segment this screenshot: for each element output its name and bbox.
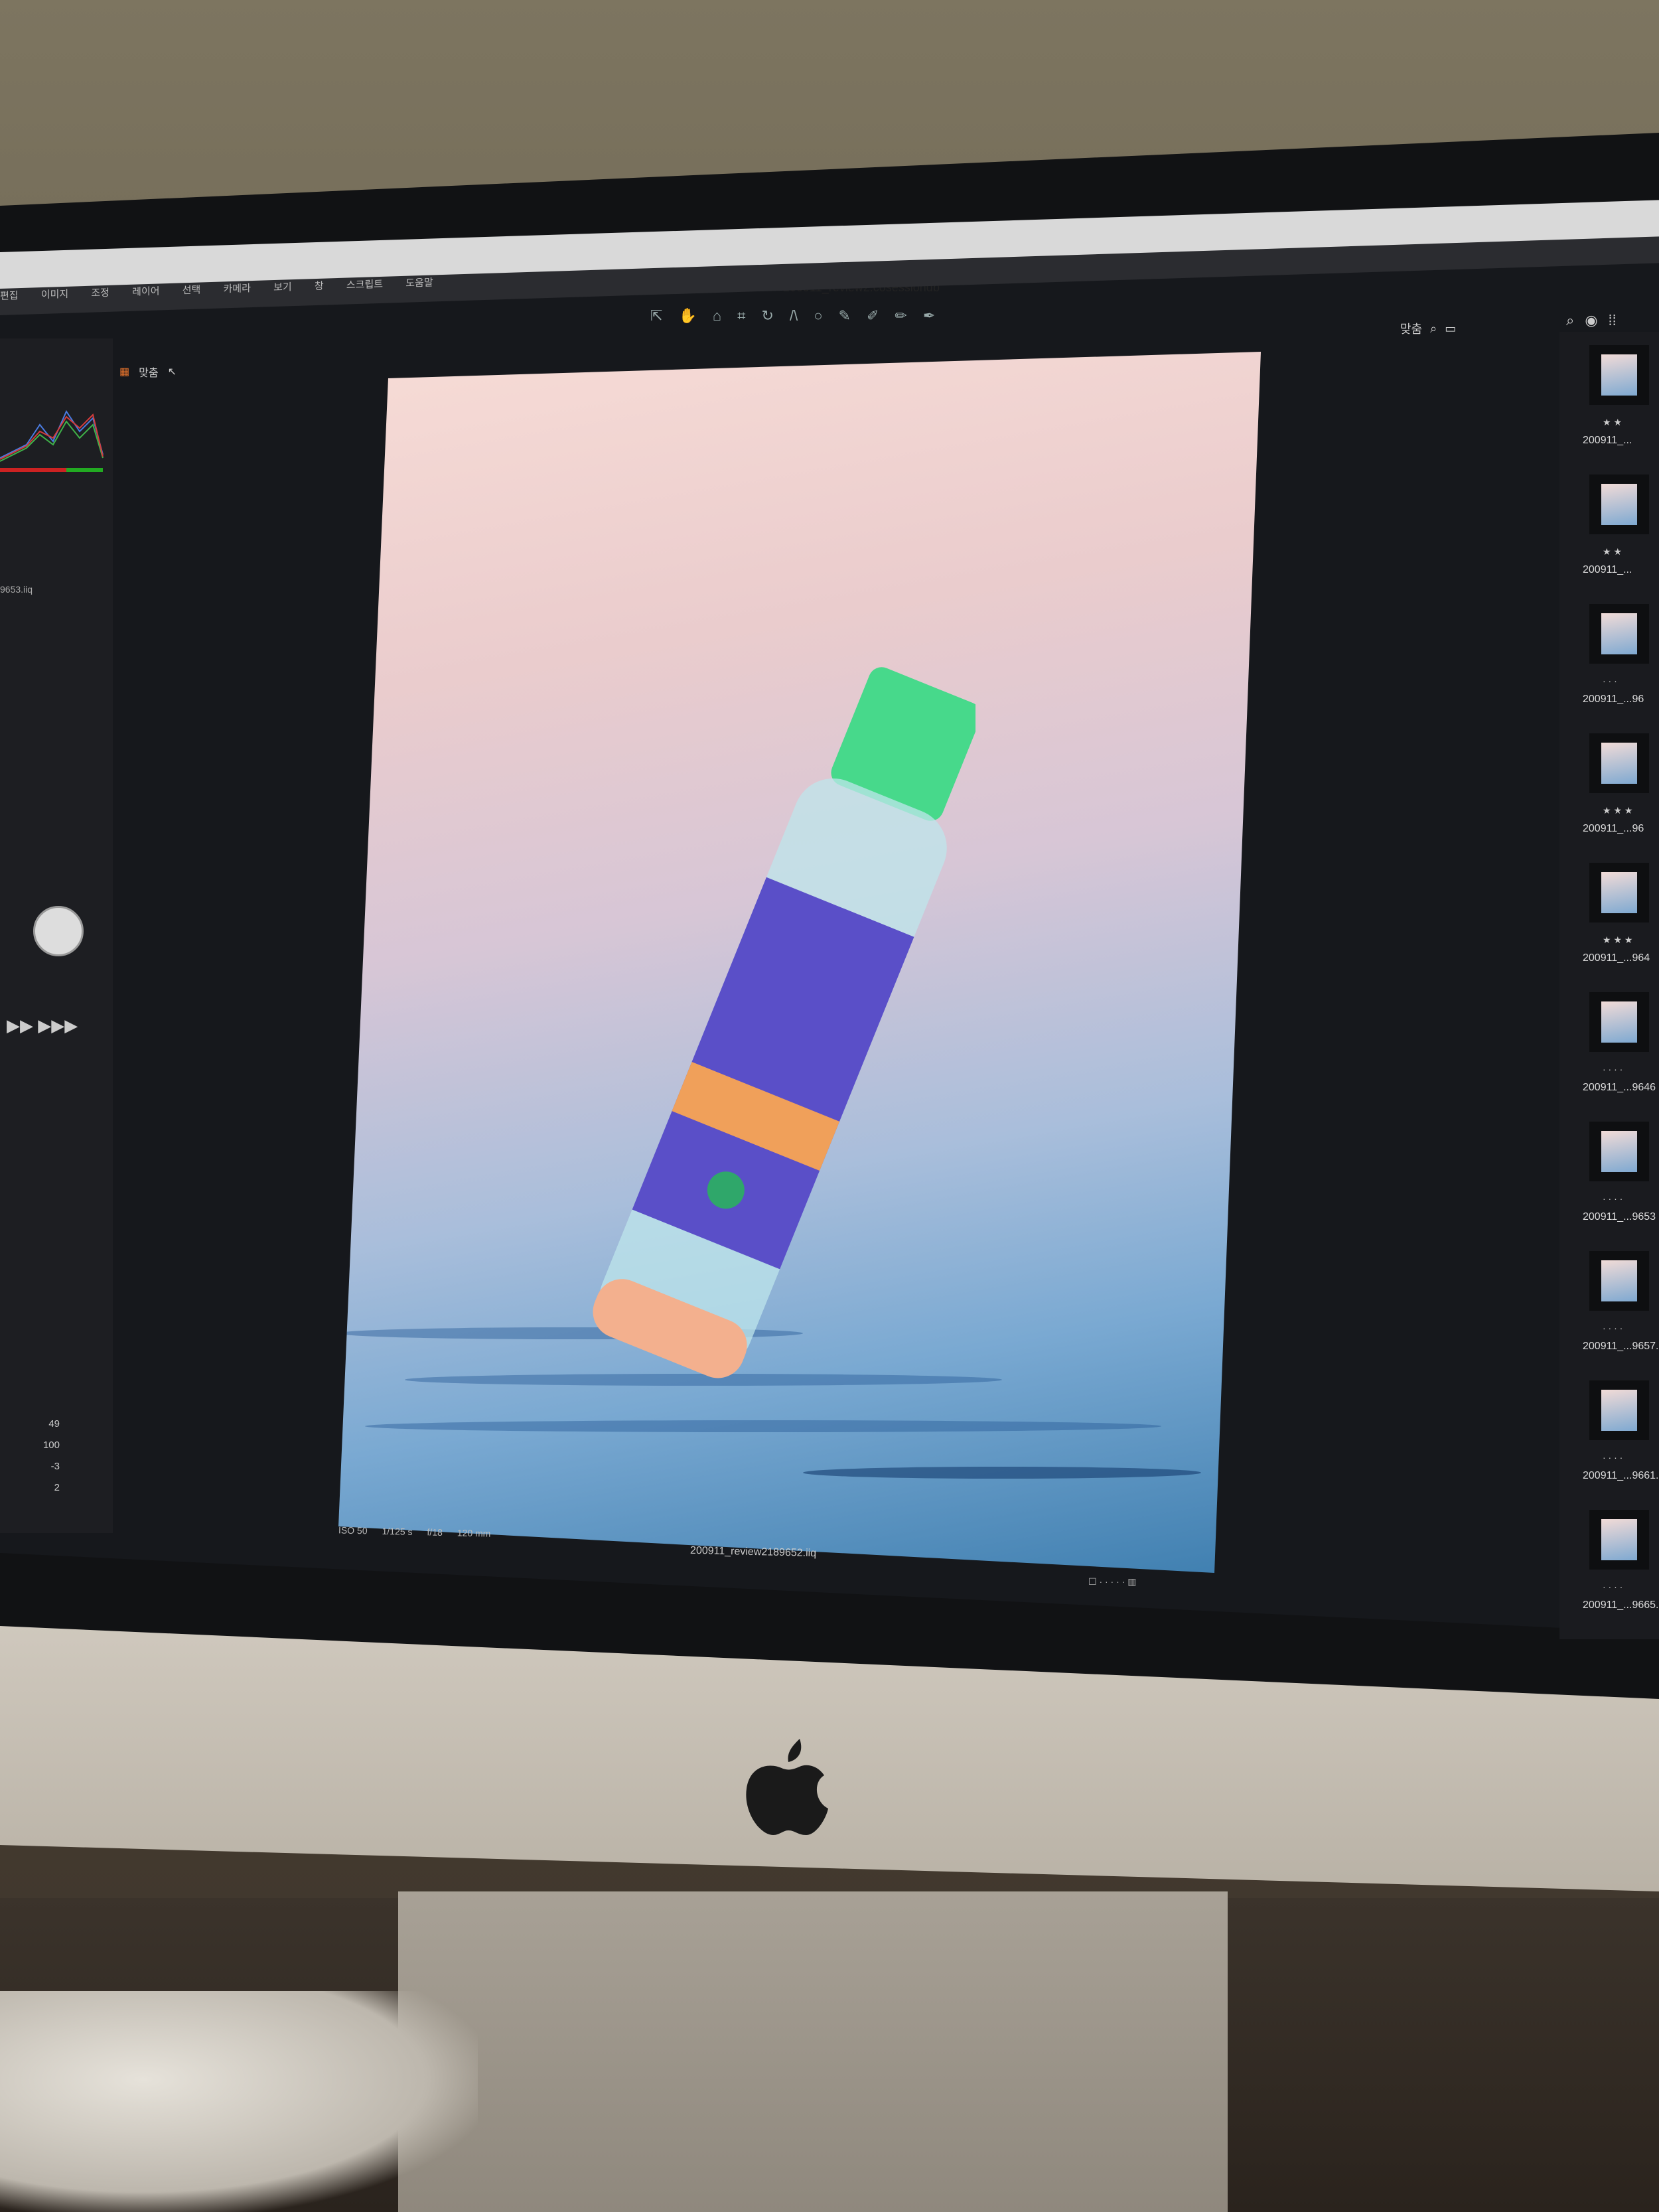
- value-field[interactable]: 100: [0, 1435, 60, 1456]
- thumbnail-label: 200911_...9653: [1583, 1211, 1656, 1222]
- thumbnail-rating[interactable]: ★ ★: [1603, 417, 1622, 428]
- thumbnail-rating[interactable]: · · · ·: [1603, 1582, 1623, 1592]
- eye-icon[interactable]: ◉: [1585, 312, 1597, 329]
- thumbnail-rating[interactable]: · · · ·: [1603, 1064, 1623, 1074]
- pointer-tool-icon[interactable]: ⇱: [650, 307, 662, 334]
- thumbnail[interactable]: [1589, 733, 1649, 793]
- thumbnail-rating[interactable]: · · · ·: [1603, 1323, 1623, 1333]
- menu-item[interactable]: 카메라: [224, 283, 251, 295]
- iso-value: ISO 50: [338, 1524, 368, 1536]
- thumbnail[interactable]: [1589, 863, 1649, 922]
- menu-item[interactable]: 선택: [182, 284, 201, 296]
- picker-tool-icon[interactable]: ✒: [923, 307, 935, 334]
- value-field[interactable]: -3: [0, 1456, 60, 1477]
- crop-tool-icon[interactable]: ⌗: [737, 307, 745, 334]
- rating-dots[interactable]: ☐ · · · · · ▥: [1088, 1576, 1136, 1587]
- menu-item[interactable]: 스크립트: [346, 279, 383, 291]
- product-bottle: [593, 667, 975, 1378]
- menu-item[interactable]: 편집: [0, 290, 19, 302]
- menu-item[interactable]: 도움말: [405, 277, 433, 289]
- gradient-tool-icon[interactable]: ✏: [895, 307, 906, 334]
- thumbnail-rating[interactable]: · · ·: [1603, 676, 1617, 686]
- value-field[interactable]: 2: [0, 1477, 60, 1499]
- thumbnail[interactable]: [1589, 1380, 1649, 1440]
- spot-tool-icon[interactable]: ○: [814, 307, 822, 334]
- apple-logo-icon: [746, 1739, 828, 1835]
- focal-value: 120 mm: [457, 1527, 491, 1539]
- thumbnail-label: 200911_...: [1583, 435, 1632, 446]
- menu-item[interactable]: 이미지: [41, 289, 68, 301]
- thumbnail-label: 200911_...96: [1583, 694, 1644, 705]
- menu-item[interactable]: 보기: [273, 281, 292, 293]
- window-right-controls: ⌕ ◉ ⁞⁞: [1566, 312, 1617, 329]
- eraser-tool-icon[interactable]: ✐: [867, 307, 879, 334]
- thumbnail[interactable]: [1589, 1510, 1649, 1570]
- menu-item[interactable]: 레이어: [132, 285, 159, 297]
- thumbnail[interactable]: [1589, 475, 1649, 534]
- thumbnail[interactable]: [1589, 992, 1649, 1052]
- thumbnail-rating[interactable]: ★ ★: [1603, 546, 1622, 557]
- menu-item[interactable]: 창: [315, 281, 324, 292]
- monitor-stand: [398, 1891, 1228, 2212]
- thumbnail-label: 200911_...96: [1583, 823, 1644, 834]
- grid-icon[interactable]: ⁞⁞: [1609, 312, 1617, 329]
- photo-preview: [338, 352, 1261, 1573]
- zoom-slider[interactable]: ▭: [1445, 322, 1456, 336]
- viewer-grid-icon[interactable]: ▦: [119, 365, 129, 378]
- zoom-controls: 맞춤 ⌕ ▭: [1400, 320, 1456, 337]
- rotate-tool-icon[interactable]: ↻: [762, 307, 774, 334]
- brush-tool-icon[interactable]: ✎: [839, 307, 851, 334]
- playback-controls[interactable]: ▶▶ ▶▶▶: [7, 1015, 78, 1036]
- thumbnail-rating[interactable]: ★ ★ ★: [1603, 934, 1632, 946]
- value-field[interactable]: 49: [0, 1414, 60, 1435]
- keystone-tool-icon[interactable]: /\: [790, 307, 798, 334]
- shutter-value: 1/125 s: [382, 1525, 413, 1537]
- pan-tool-icon[interactable]: ✋: [678, 307, 696, 334]
- thumbnail-label: 200911_...9665.iiq: [1583, 1599, 1659, 1611]
- thumbnail-label: 200911_...9657.: [1583, 1341, 1659, 1352]
- zoom-label[interactable]: 맞춤: [1400, 320, 1422, 337]
- aperture-value: f/18: [427, 1526, 443, 1538]
- thumbnail-label: 200911_...9646: [1583, 1082, 1656, 1093]
- color-circle-button[interactable]: [33, 906, 84, 956]
- menu-item[interactable]: 조정: [91, 287, 109, 299]
- thumbnail[interactable]: [1589, 1251, 1649, 1311]
- thumbnail-label: 200911_...964: [1583, 952, 1650, 964]
- viewer-mode[interactable]: 맞춤: [139, 364, 158, 380]
- zoom-icon[interactable]: ⌕: [1430, 322, 1437, 336]
- loupe-tool-icon[interactable]: ⌂: [713, 307, 721, 334]
- cursor-toolbar: ⇱ ✋ ⌂ ⌗ ↻ /\ ○ ✎ ✐ ✏ ✒: [650, 307, 935, 334]
- adjustment-values: 49 100 -3 2: [0, 1414, 60, 1499]
- white-cloth: [0, 1991, 478, 2212]
- thumbnail-rating[interactable]: · · · ·: [1603, 1193, 1623, 1204]
- histogram: [0, 409, 104, 472]
- thumbnail-label: 200911_...9661.iiq: [1583, 1470, 1659, 1481]
- thumbnail[interactable]: [1589, 345, 1649, 405]
- thumbnail[interactable]: [1589, 604, 1649, 664]
- viewer-toolbar: ▦ 맞춤 ↖: [119, 364, 177, 380]
- search-icon[interactable]: ⌕: [1566, 312, 1574, 329]
- thumbnail[interactable]: [1589, 1122, 1649, 1181]
- cursor-icon[interactable]: ↖: [168, 365, 177, 378]
- thumbnail-rating[interactable]: ★ ★ ★: [1603, 805, 1632, 816]
- file-label: 9653.iiq: [0, 584, 33, 595]
- thumbnail-label: 200911_...: [1583, 564, 1632, 575]
- thumbnail-rating[interactable]: · · · ·: [1603, 1452, 1623, 1463]
